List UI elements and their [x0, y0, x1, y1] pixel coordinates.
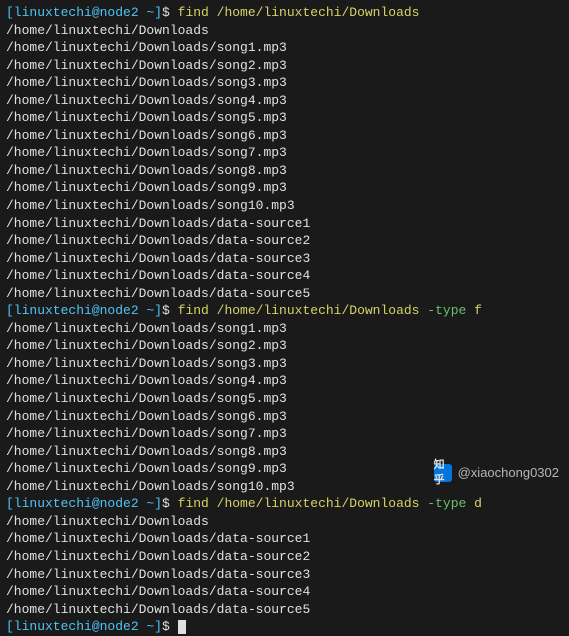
prompt: [linuxtechi@node2 ~]: [6, 5, 162, 20]
prompt: [linuxtechi@node2 ~]: [6, 303, 162, 318]
output-line: /home/linuxtechi/Downloads/data-source3: [6, 566, 563, 584]
output-line: /home/linuxtechi/Downloads/song6.mp3: [6, 127, 563, 145]
output-line: /home/linuxtechi/Downloads/song8.mp3: [6, 443, 563, 461]
output-line: /home/linuxtechi/Downloads/song6.mp3: [6, 408, 563, 426]
output-line: /home/linuxtechi/Downloads/data-source4: [6, 267, 563, 285]
output-line: /home/linuxtechi/Downloads/song4.mp3: [6, 372, 563, 390]
command-line: [linuxtechi@node2 ~]$ find /home/linuxte…: [6, 302, 563, 320]
prompt: [linuxtechi@node2 ~]: [6, 619, 162, 634]
command-line: [linuxtechi@node2 ~]$ find /home/linuxte…: [6, 4, 563, 22]
output-line: /home/linuxtechi/Downloads/song2.mp3: [6, 337, 563, 355]
output-line: /home/linuxtechi/Downloads/song4.mp3: [6, 92, 563, 110]
command-line: [linuxtechi@node2 ~]$ find /home/linuxte…: [6, 495, 563, 513]
output-line: /home/linuxtechi/Downloads/song1.mp3: [6, 320, 563, 338]
command-line: [linuxtechi@node2 ~]$: [6, 618, 563, 636]
command: find /home/linuxtechi/Downloads: [178, 496, 420, 511]
prompt: [linuxtechi@node2 ~]: [6, 496, 162, 511]
output-line: /home/linuxtechi/Downloads/song9.mp3: [6, 179, 563, 197]
output-line: /home/linuxtechi/Downloads/song1.mp3: [6, 39, 563, 57]
output-line: /home/linuxtechi/Downloads/song5.mp3: [6, 390, 563, 408]
flag: -type: [427, 303, 466, 318]
output-line: /home/linuxtechi/Downloads: [6, 513, 563, 531]
output-line: /home/linuxtechi/Downloads/data-source4: [6, 583, 563, 601]
output-line: /home/linuxtechi/Downloads/song10.mp3: [6, 197, 563, 215]
watermark: 知乎 @xiaochong0302: [434, 464, 559, 482]
cursor: [178, 620, 186, 634]
command: find /home/linuxtechi/Downloads: [178, 303, 420, 318]
output-line: /home/linuxtechi/Downloads/data-source3: [6, 250, 563, 268]
output-line: /home/linuxtechi/Downloads: [6, 22, 563, 40]
output-line: /home/linuxtechi/Downloads/song3.mp3: [6, 74, 563, 92]
output-line: /home/linuxtechi/Downloads/song8.mp3: [6, 162, 563, 180]
output-line: /home/linuxtechi/Downloads/song7.mp3: [6, 144, 563, 162]
output-line: /home/linuxtechi/Downloads/song5.mp3: [6, 109, 563, 127]
output-line: /home/linuxtechi/Downloads/data-source5: [6, 601, 563, 619]
output-line: /home/linuxtechi/Downloads/data-source5: [6, 285, 563, 303]
output-line: /home/linuxtechi/Downloads/song7.mp3: [6, 425, 563, 443]
output-line: /home/linuxtechi/Downloads/song3.mp3: [6, 355, 563, 373]
command: find /home/linuxtechi/Downloads: [178, 5, 420, 20]
zhihu-icon: 知乎: [434, 464, 452, 482]
terminal-output[interactable]: [linuxtechi@node2 ~]$ find /home/linuxte…: [6, 4, 563, 636]
output-line: /home/linuxtechi/Downloads/data-source2: [6, 232, 563, 250]
output-line: /home/linuxtechi/Downloads/data-source2: [6, 548, 563, 566]
watermark-handle: @xiaochong0302: [458, 464, 559, 482]
flag: -type: [427, 496, 466, 511]
output-line: /home/linuxtechi/Downloads/song2.mp3: [6, 57, 563, 75]
output-line: /home/linuxtechi/Downloads/data-source1: [6, 530, 563, 548]
output-line: /home/linuxtechi/Downloads/data-source1: [6, 215, 563, 233]
